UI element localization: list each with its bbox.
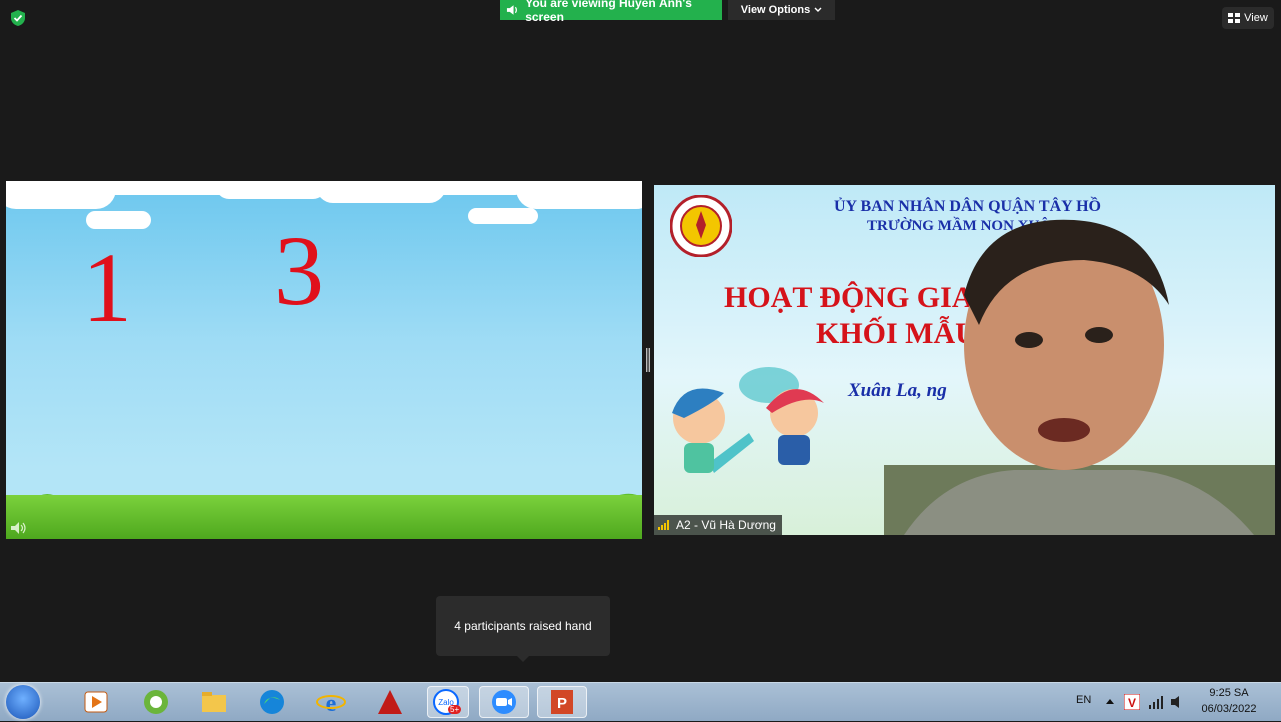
cloud xyxy=(468,208,538,224)
show-hidden-icons-icon[interactable] xyxy=(1105,697,1115,705)
clock-time: 9:25 SA xyxy=(1209,687,1249,699)
participant-video-panel[interactable]: ỦY BAN NHÂN DÂN QUẬN TÂY HỒ TRƯỜNG MẦM N… xyxy=(654,185,1275,535)
clock-date: 06/03/2022 xyxy=(1201,703,1257,715)
language-indicator[interactable]: EN xyxy=(1076,694,1091,706)
media-player-icon[interactable] xyxy=(80,686,112,718)
speaker-icon xyxy=(506,5,517,15)
raised-hand-tooltip: 4 participants raised hand xyxy=(436,596,610,662)
participant-webcam-child xyxy=(884,219,1275,535)
view-button[interactable]: View xyxy=(1222,7,1274,29)
cloud xyxy=(516,181,642,209)
powerpoint-icon[interactable]: P xyxy=(537,686,587,718)
zoom-logo-icon xyxy=(492,690,516,714)
school-logo xyxy=(670,195,732,257)
windows-taskbar: e Zalo 5+ P EN V 9:25 SA 06/03/2022 xyxy=(0,682,1281,721)
panel-resize-handle[interactable] xyxy=(646,348,650,372)
shared-screen-panel[interactable]: 1 3 xyxy=(6,181,642,539)
network-icon[interactable] xyxy=(1148,695,1164,709)
number-one: 1 xyxy=(82,232,132,343)
cloud xyxy=(216,181,326,199)
file-explorer-icon[interactable] xyxy=(198,686,230,718)
internet-explorer-icon[interactable]: e xyxy=(315,686,347,718)
signal-strength-icon xyxy=(658,520,669,530)
windows-start-icon[interactable] xyxy=(6,685,40,719)
cloud xyxy=(86,211,151,229)
zoom-icon[interactable] xyxy=(479,686,529,718)
slide-header-line-1: ỦY BAN NHÂN DÂN QUẬN TÂY HỒ xyxy=(834,198,1101,215)
viewing-screen-text: You are viewing Huyền Ánh's screen xyxy=(525,0,692,24)
view-label: View xyxy=(1244,12,1268,24)
svg-text:e: e xyxy=(326,691,337,717)
participant-name-tag: A2 - Vũ Hà Dương xyxy=(654,515,782,535)
svg-text:V: V xyxy=(1128,696,1136,710)
chevron-down-icon xyxy=(814,7,822,12)
number-three: 3 xyxy=(274,215,324,326)
powerpoint-logo-icon: P xyxy=(551,690,573,714)
svg-text:P: P xyxy=(557,695,567,712)
raised-hand-text: 4 participants raised hand xyxy=(454,619,592,633)
coc-coc-browser-icon[interactable] xyxy=(140,686,172,718)
viewing-screen-banner: You are viewing Huyền Ánh's screen xyxy=(500,0,722,24)
grass-ground xyxy=(6,495,642,539)
view-options-label: View Options xyxy=(740,4,811,16)
cloud xyxy=(426,181,526,195)
security-shield-icon[interactable] xyxy=(9,9,27,27)
system-clock[interactable]: 9:25 SA 06/03/2022 xyxy=(1196,685,1262,717)
participant-name: A2 - Vũ Hà Dương xyxy=(676,518,776,532)
autocad-icon[interactable] xyxy=(374,686,406,718)
zalo-notification-badge: 5+ xyxy=(448,705,462,714)
vietkey-icon[interactable]: V xyxy=(1124,694,1140,710)
cartoon-kids-illustration xyxy=(672,367,824,473)
grid-view-icon xyxy=(1228,13,1241,23)
edge-icon[interactable] xyxy=(256,686,288,718)
volume-icon[interactable] xyxy=(1170,695,1186,709)
speaker-muted-icon xyxy=(11,522,26,534)
zalo-icon[interactable]: Zalo 5+ xyxy=(427,686,469,718)
view-options-button[interactable]: View Options xyxy=(728,0,835,20)
zalo-logo-icon: Zalo xyxy=(433,689,459,715)
